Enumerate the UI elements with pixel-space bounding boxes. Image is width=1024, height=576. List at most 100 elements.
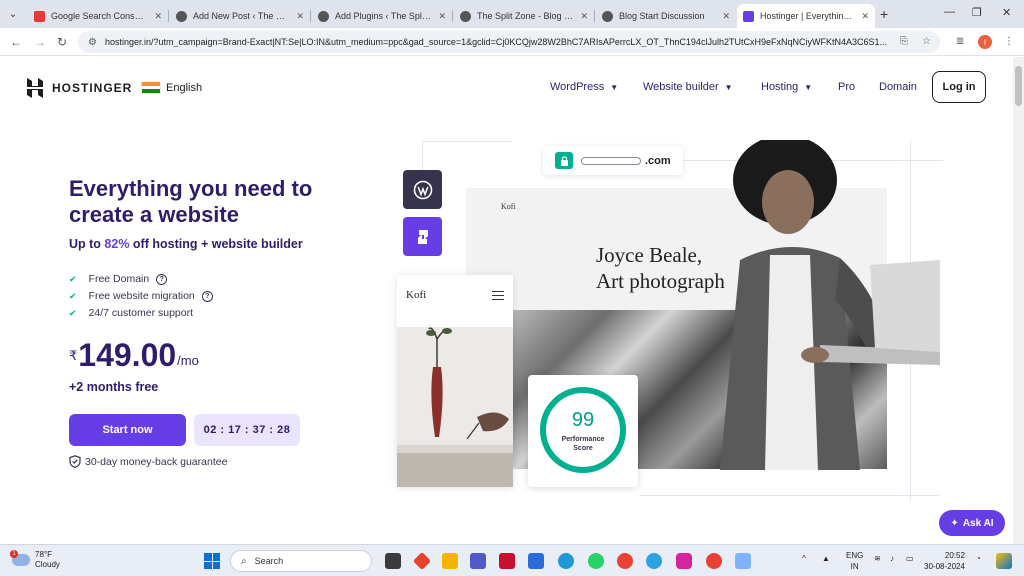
tab-title: Google Search Console Se [51,11,148,21]
notifications-bell-icon[interactable]: ◔ [976,554,981,563]
language-label: English [166,81,203,94]
help-icon[interactable]: ? [156,273,168,285]
show-hidden-icons-icon[interactable]: ^ [802,554,806,563]
search-icon: ⌕ [241,555,247,567]
chrome-icon[interactable] [617,553,633,569]
hostinger-favicon-icon [743,10,754,22]
back-arrow-icon[interactable]: ← [10,35,22,49]
chatgpt-favicon-icon [602,10,613,22]
address-bar[interactable]: ⚙ hostinger.in/?utm_campaign=Brand-Exact… [78,31,940,53]
battery-icon[interactable]: ▭ [906,554,914,563]
tab-separator [168,10,169,22]
tab-title: Add Plugins ‹ The Split Zo [335,11,433,21]
close-tab-icon[interactable]: ✕ [580,11,588,22]
file-explorer-icon[interactable] [442,553,458,569]
score-label-line: Performance [561,436,605,443]
nav-pro[interactable]: Pro [838,81,855,93]
reading-list-icon[interactable]: ≣ [956,36,964,47]
language-selector[interactable]: English [141,81,202,94]
wordpress-favicon-icon [460,10,471,22]
vlc-tray-icon[interactable]: ▲ [822,554,830,563]
store-icon[interactable] [528,553,544,569]
taskbar-search[interactable]: ⌕ Search [230,550,372,572]
tab-title: The Split Zone - Blog Edito [477,11,575,21]
chevron-down-icon: ▼ [724,82,733,92]
browser-tab[interactable]: Add New Post ‹ The Split Z ✕ [170,4,310,28]
help-icon[interactable]: ? [201,290,213,302]
reload-icon[interactable]: ↻ [57,35,67,49]
instagram-icon[interactable] [676,553,692,569]
scrollbar-thumb[interactable] [1015,66,1022,106]
check-icon: ✔ [69,273,77,284]
nav-website-builder[interactable]: Website builder ▼ [643,81,733,93]
region-code: IN [850,562,859,571]
hero-title: Everything you need to create a website [69,176,313,227]
tab-title: Blog Start Discussion [619,11,705,21]
hostinger-logo[interactable]: HOSTINGER [26,78,132,98]
tab-search-chevron-icon[interactable]: ⌄ [4,5,22,23]
input-language[interactable]: ENG IN [846,550,863,572]
weather-condition: Cloudy [35,560,60,569]
close-tab-icon[interactable]: ✕ [438,11,446,22]
wifi-icon[interactable]: ≋ [874,554,881,563]
browser-menu-icon[interactable]: ⋮ [1004,36,1014,47]
chevron-down-icon: ▼ [610,82,619,92]
windows-taskbar: 1 78°F Cloudy ⌕ Search ^ ▲ ENG IN ≋ ♪ ▭ … [0,544,1024,576]
windows-start-icon[interactable] [204,553,220,569]
browser-tab[interactable]: Google Search Console Se ✕ [28,4,168,28]
close-tab-icon[interactable]: ✕ [722,11,730,22]
browser-tab[interactable]: The Split Zone - Blog Edito ✕ [454,4,594,28]
hamburger-menu-icon [492,291,504,303]
close-window-icon[interactable]: ✕ [1002,6,1011,19]
price-period: /mo [177,353,199,368]
page-scrollbar[interactable] [1013,57,1024,544]
close-tab-icon[interactable]: ✕ [861,11,869,22]
weather-badge: 1 [10,550,18,558]
forward-arrow-icon[interactable]: → [34,35,46,49]
close-tab-icon[interactable]: ✕ [154,11,162,22]
subtitle-suffix: off hosting + website builder [129,237,303,251]
volume-icon[interactable]: ♪ [890,554,894,563]
minimize-window-icon[interactable]: — [944,6,955,18]
copilot-icon[interactable] [996,553,1012,569]
teams-icon[interactable] [470,553,486,569]
profile-avatar[interactable]: I [978,35,992,49]
browser-tab[interactable]: Blog Start Discussion ✕ [596,4,736,28]
login-button[interactable]: Log in [932,71,986,103]
nav-hosting[interactable]: Hosting ▼ [761,81,812,93]
mcafee-icon[interactable] [499,553,515,569]
browser-tab-active[interactable]: Hostinger | Everything you ✕ [737,4,875,28]
start-now-button[interactable]: Start now [69,414,186,446]
bookmark-star-icon[interactable]: ☆ [922,36,931,47]
profile-initial: I [983,37,987,47]
install-app-icon[interactable]: ⎘ [900,36,908,47]
telegram-icon[interactable] [646,553,662,569]
logo-text: HOSTINGER [52,81,133,95]
clock[interactable]: 20:52 30-08-2024 [924,550,965,572]
nav-label: Domain [879,81,917,93]
address-url[interactable]: hostinger.in/?utm_campaign=Brand-Exact|N… [105,37,905,47]
nav-domain[interactable]: Domain [879,81,917,93]
hero-subtitle: Up to 82% off hosting + website builder [69,237,303,251]
weather-widget[interactable]: 1 78°F Cloudy [10,550,60,570]
tab-separator [452,10,453,22]
whatsapp-icon[interactable] [588,553,604,569]
padlock-icon [555,152,573,169]
chrome-active-icon[interactable] [706,553,722,569]
nav-label: Pro [838,81,856,93]
gem-app-icon[interactable] [412,551,432,571]
browser-tab[interactable]: Add Plugins ‹ The Split Zo ✕ [312,4,452,28]
feature-item: ✔ Free website migration ? [69,290,213,302]
site-info-icon[interactable]: ⚙ [88,37,97,48]
youtube-favicon-icon [34,10,45,22]
nav-wordpress[interactable]: WordPress ▼ [550,81,618,93]
restore-window-icon[interactable]: ❐ [972,6,982,19]
task-view-icon[interactable] [385,553,401,569]
score-label-line: Score [573,445,593,452]
snipping-tool-icon[interactable] [735,553,751,569]
edge-icon[interactable] [558,553,574,569]
preview-brand: Kofi [501,202,516,211]
close-tab-icon[interactable]: ✕ [296,11,304,22]
ask-ai-button[interactable]: ✦ Ask AI [939,510,1005,536]
new-tab-plus-icon[interactable]: + [880,6,888,22]
